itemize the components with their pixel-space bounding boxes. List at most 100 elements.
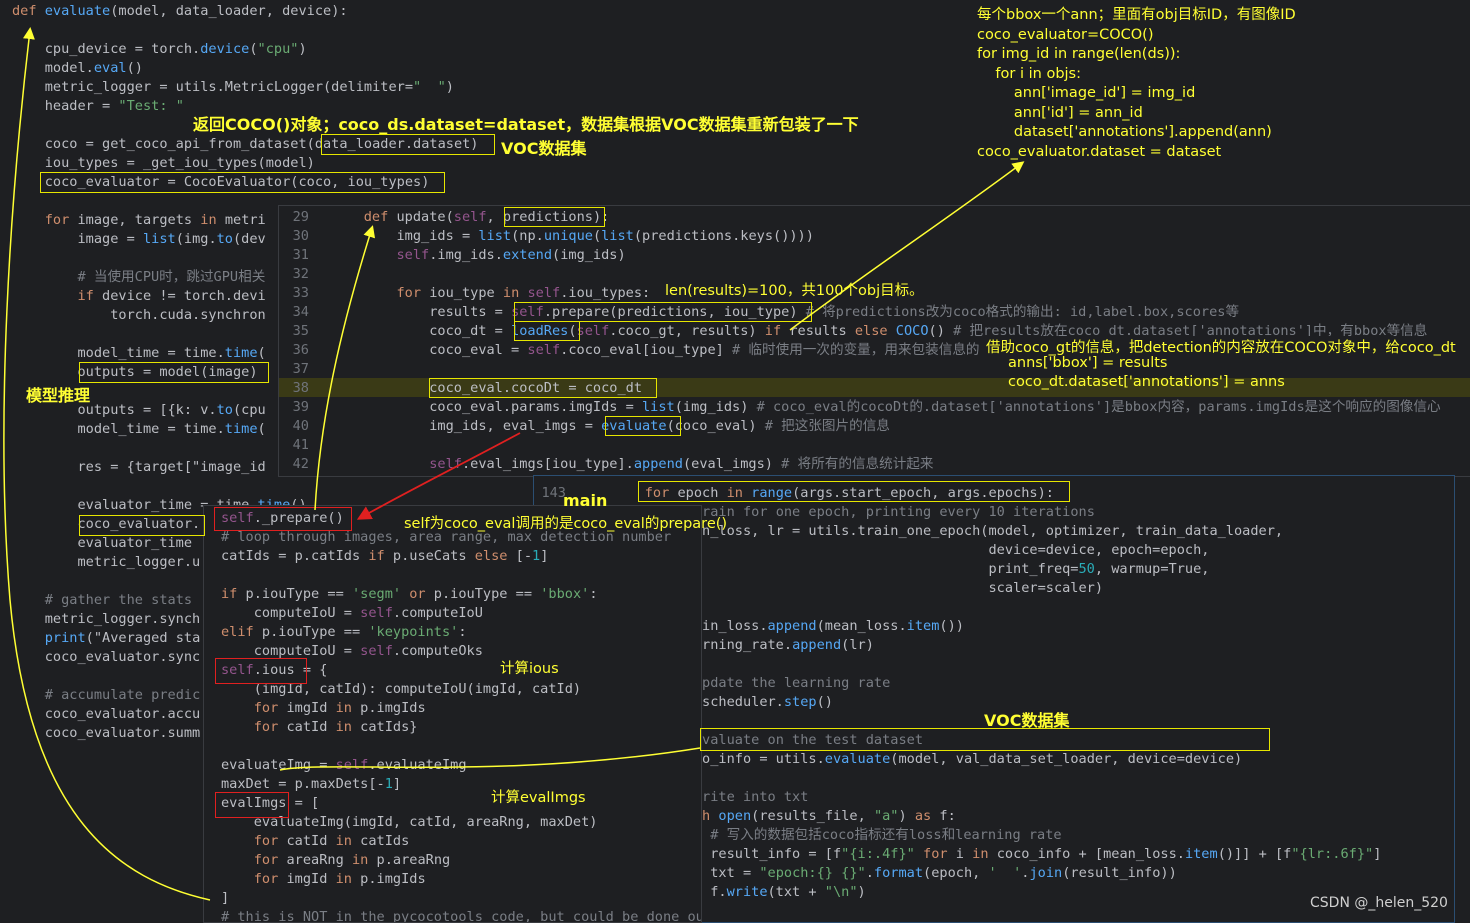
line-number: 35: [292, 323, 309, 339]
code-line: evalImgs = [: [221, 795, 320, 811]
watermark: CSDN @_helen_520: [1310, 895, 1448, 911]
code-line: def evaluate(model, data_loader, device)…: [12, 3, 348, 19]
code-line: # train for one epoch, printing every 10…: [677, 504, 1095, 520]
code-line: iou_types = _get_iou_types(model): [12, 155, 315, 171]
line-number: 40: [292, 418, 309, 434]
hl-coco-evaluator: [40, 172, 445, 193]
code-line: for areaRng in p.areaRng: [253, 852, 451, 868]
code-line: for imgId in p.imgIds: [253, 871, 426, 887]
annotation-main: main: [563, 491, 608, 510]
line-number: 30: [292, 228, 309, 244]
annotation-anns-bbox: anns['bbox'] = results: [1008, 355, 1168, 371]
line-number: 36: [292, 342, 309, 358]
main-gutter: 143: [541, 485, 566, 501]
code-line: for catId in catIds: [253, 833, 410, 849]
minimap[interactable]: [1440, 0, 1470, 200]
code-line: # update the learning rate: [677, 675, 891, 691]
annotation-coco-dt-dataset: coco_dt.dataset['annotations'] = anns: [1008, 374, 1285, 390]
code-line: txt = "epoch:{} {}".format(epoch, ' '.jo…: [710, 865, 1177, 881]
line-number: 32: [292, 266, 309, 282]
code-line: # write into txt: [677, 789, 809, 805]
code-line: print_freq=50, warmup=True,: [612, 561, 1210, 577]
code-line: for catId in catIds}: [253, 719, 418, 735]
hl-cocodt: [429, 378, 657, 398]
code-line: result_info = [f"{i:.4f}" for i in coco_…: [612, 846, 1382, 862]
hl-evaluate: [605, 416, 681, 436]
annotation-voc-dataset-1: VOC数据集: [501, 139, 587, 158]
code-line: mean_loss, lr = utils.train_one_epoch(mo…: [612, 523, 1284, 539]
line-number: 37: [292, 361, 309, 377]
main-code-block: for epoch in range(args.start_epoch, arg…: [612, 484, 1382, 922]
hl-prepare-red: [214, 507, 352, 531]
annotation-line: dataset['annotations'].append(ann): [977, 124, 1272, 140]
code-line: device=device, epoch=epoch,: [612, 542, 1210, 558]
hl-evalimgs-red: [215, 792, 289, 818]
code-line: maxDet = p.maxDets[-1]: [221, 776, 402, 792]
hl-self-prepare: [514, 302, 812, 322]
code-line: coco_info = utils.evaluate(model, val_da…: [612, 751, 1243, 767]
code-line: catIds = p.catIds if p.useCats else [-1]: [221, 548, 549, 564]
annotation-self-prepare: self为coco_eval调用的是coco_eval的prepare(): [404, 516, 728, 532]
annotation-line: coco_evaluator=COCO(): [977, 26, 1154, 43]
line-number: 34: [292, 304, 309, 320]
code-line: results = self.prepare(predictions, iou_…: [331, 304, 1240, 320]
hl-coco-info: [700, 728, 1270, 751]
line-number: 31: [292, 247, 309, 263]
annotation-line: 每个bbox一个ann；里面有obj目标ID，有图像ID: [977, 7, 1296, 23]
prepare-code-block: self._prepare() # loop through images, ar…: [221, 509, 701, 922]
code-line: self.img_ids.extend(img_ids): [396, 247, 626, 263]
annotation-line: ann['image_id'] = img_id: [977, 85, 1196, 101]
code-line: computeIoU = self.computeIoU: [221, 605, 483, 621]
annotation-top-right: 每个bbox一个ann；里面有obj目标ID，有图像ID coco_evaluat…: [977, 6, 1296, 162]
code-line: evaluateImg = self.evaluateImg: [221, 757, 467, 773]
annotation-calc-ious: 计算ious: [500, 661, 559, 677]
code-line: train_loss.append(mean_loss.item()): [677, 618, 964, 634]
code-line: if p.iouType == 'segm' or p.iouType == '…: [221, 586, 598, 602]
hl-outputs: [79, 362, 269, 383]
code-line: coco_eval.params.imgIds = list(img_ids) …: [331, 399, 1441, 415]
line-number: 41: [292, 437, 309, 453]
annotation-voc-dataset-2: VOC数据集: [984, 711, 1070, 730]
annotation-return-coco: 返回COCO()对象；coco_ds.dataset=dataset，数据集根据…: [193, 115, 859, 134]
annotation-line: coco_evaluator.dataset = dataset: [977, 143, 1222, 160]
code-line: img_ids = list(np.unique(list(prediction…: [331, 228, 814, 244]
code-line: with open(results_file, "a") as f:: [677, 808, 956, 824]
hl-loadres: [514, 321, 580, 341]
line-number: 42: [292, 456, 309, 472]
line-number: 38: [292, 380, 309, 396]
annotation-calc-evalimgs: 计算evalImgs: [491, 790, 586, 806]
line-number: 29: [292, 209, 309, 225]
code-line: # 写入的数据包括coco指标还有loss和learning rate: [710, 827, 1062, 843]
code-line: self.eval_imgs[iou_type].append(eval_img…: [429, 456, 934, 472]
annotation-len-results: len(results)=100，共100个obj目标。: [665, 283, 924, 299]
code-line: scaler=scaler): [612, 580, 1104, 596]
hl-predictions: [504, 207, 605, 227]
prepare-editor-panel: self._prepare() # loop through images, ar…: [203, 505, 702, 923]
code-line: elif p.iouType == 'keypoints':: [221, 624, 467, 640]
code-line: metric_logger = utils.MetricLogger(delim…: [12, 79, 454, 95]
annotation-line: for i in objs:: [977, 65, 1081, 82]
code-line: ]: [221, 890, 230, 906]
line-number: 33: [292, 285, 309, 301]
annotation-model-infer: 模型推理: [26, 386, 91, 405]
hl-for-epoch: [638, 481, 1070, 502]
code-line: model.eval(): [12, 60, 143, 76]
annotation-line: for img_id in range(len(ds)):: [977, 46, 1181, 62]
code-line: cpu_device = torch.device("cpu"): [12, 41, 307, 57]
line-number: 39: [292, 399, 309, 415]
hl-coco-evaluator-update: [79, 515, 205, 536]
code-line: for imgId in p.imgIds: [253, 700, 426, 716]
annotation-borrow-gt: 借助coco_gt的信息，把detection的内容放在COCO对象中，给coc…: [986, 336, 1456, 357]
code-line: f.write(txt + "\n"): [710, 884, 866, 900]
annotation-line: ann['id'] = ann_id: [977, 104, 1143, 121]
code-line: def update(self, predictions):: [363, 209, 610, 225]
